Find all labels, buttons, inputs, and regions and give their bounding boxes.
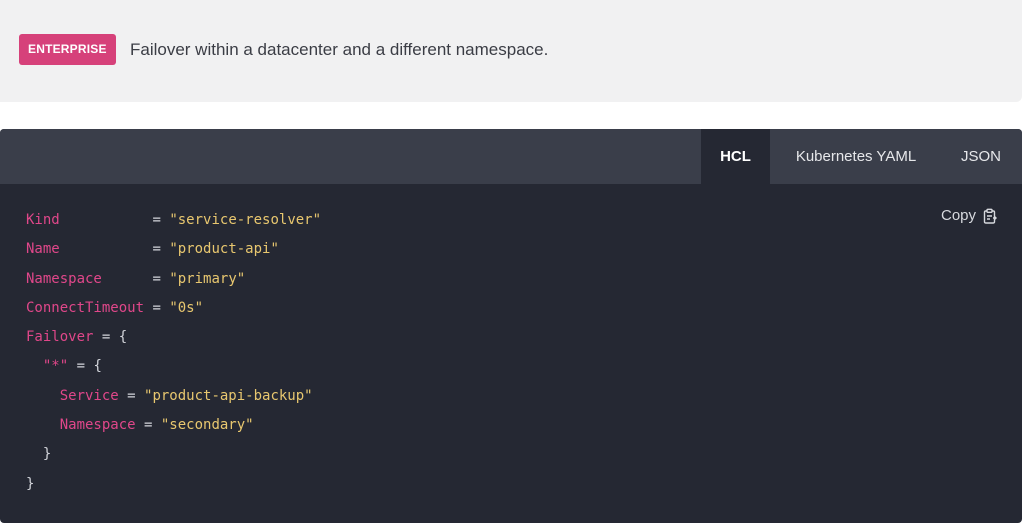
code-string: "primary" bbox=[169, 270, 246, 287]
code-key: Failover bbox=[26, 329, 94, 346]
code-line: } bbox=[26, 445, 321, 474]
code-line: "*" = { bbox=[26, 357, 321, 386]
code-line: ConnectTimeout = "0s" bbox=[26, 299, 321, 328]
code-line: Kind = "service-resolver" bbox=[26, 211, 321, 240]
code-operator: = bbox=[135, 417, 161, 434]
code-operator: = bbox=[118, 387, 145, 404]
tab-kubernetes-yaml[interactable]: Kubernetes YAML bbox=[776, 129, 936, 184]
code-string: "service-resolver" bbox=[169, 212, 322, 228]
code-brace: } bbox=[26, 475, 35, 492]
code-operator: = bbox=[144, 299, 170, 316]
code-string: "0s" bbox=[169, 299, 204, 316]
enterprise-banner: ENTERPRISE Failover within a datacenter … bbox=[0, 0, 1022, 102]
code-key: Name bbox=[26, 241, 60, 258]
code-key: ConnectTimeout bbox=[26, 299, 145, 316]
language-tabbar: HCL Kubernetes YAML JSON bbox=[0, 129, 1022, 184]
tab-json[interactable]: JSON bbox=[946, 129, 1016, 184]
code-line: Namespace = "primary" bbox=[26, 270, 321, 299]
code-key: Namespace bbox=[26, 417, 136, 434]
code-block: HCL Kubernetes YAML JSON Copy Kind = "se… bbox=[0, 129, 1022, 523]
code-operator: = bbox=[144, 270, 170, 287]
code-line: Service = "product-api-backup" bbox=[26, 387, 321, 416]
code-operator: = { bbox=[68, 358, 102, 375]
copy-button[interactable]: Copy bbox=[941, 207, 998, 224]
code-padding bbox=[60, 212, 144, 228]
code-line: Name = "product-api" bbox=[26, 240, 321, 269]
clipboard-icon bbox=[982, 208, 998, 224]
code-string: "product-api" bbox=[169, 241, 279, 258]
code-line: Failover = { bbox=[26, 328, 321, 357]
code-line: Namespace = "secondary" bbox=[26, 416, 321, 445]
code-padding bbox=[102, 271, 144, 287]
banner-description: Failover within a datacenter and a diffe… bbox=[130, 40, 549, 59]
code-line: } bbox=[26, 475, 321, 504]
code-key: "*" bbox=[26, 358, 69, 375]
code-string: "product-api-backup" bbox=[144, 387, 313, 404]
code-key: Kind bbox=[26, 212, 60, 228]
code-brace: } bbox=[26, 446, 52, 463]
code-content: Kind = "service-resolver" Name = "produc… bbox=[26, 211, 321, 504]
code-padding bbox=[60, 241, 144, 257]
code-key: Service bbox=[26, 387, 119, 404]
enterprise-badge: ENTERPRISE bbox=[19, 34, 116, 65]
code-string: "secondary" bbox=[160, 417, 254, 434]
tab-hcl[interactable]: HCL bbox=[701, 129, 770, 184]
code-operator: = bbox=[144, 212, 170, 228]
code-operator: = bbox=[144, 241, 170, 258]
code-key: Namespace bbox=[26, 270, 102, 287]
code-operator: = { bbox=[93, 329, 128, 346]
copy-label: Copy bbox=[941, 207, 977, 224]
